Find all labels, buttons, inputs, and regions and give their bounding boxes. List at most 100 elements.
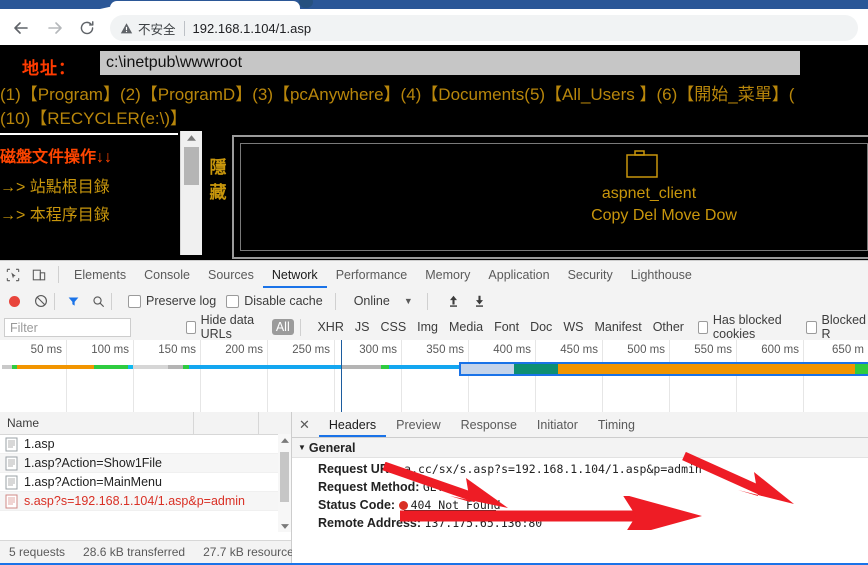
detail-tab-initiator[interactable]: Initiator	[527, 413, 588, 437]
preserve-log-checkbox[interactable]: Preserve log	[128, 294, 216, 308]
back-button[interactable]	[10, 17, 32, 39]
filter-type-doc[interactable]: Doc	[530, 320, 552, 334]
inspect-cursor-icon[interactable]	[0, 262, 26, 288]
tick-label: 150 ms	[158, 344, 196, 356]
tab-application[interactable]: Application	[479, 262, 558, 288]
request-name: 1.asp?Action=Show1File	[24, 456, 162, 470]
file-action-links[interactable]: Copy Del Move Dow	[514, 207, 814, 225]
timeline-segment	[189, 365, 341, 369]
general-section-header[interactable]: ▼ General	[292, 438, 868, 458]
tick-label: 500 ms	[627, 344, 665, 356]
filter-type-xhr[interactable]: XHR	[317, 320, 343, 334]
table-row[interactable]: s.asp?s=192.168.1.104/1.asp&p=admin	[0, 492, 291, 511]
download-arrow-icon[interactable]	[473, 294, 486, 308]
tab-sources[interactable]: Sources	[199, 262, 263, 288]
close-icon[interactable]: ✕	[299, 417, 310, 433]
checkbox-box[interactable]	[128, 295, 141, 308]
scroll-up-arrow-icon[interactable]	[181, 131, 202, 145]
page-path-input[interactable]	[100, 51, 800, 75]
request-list-scrollbar[interactable]	[278, 434, 291, 532]
filter-type-css[interactable]: CSS	[380, 320, 406, 334]
header-row-request-method: Request Method: GET	[292, 476, 868, 494]
network-filter-bar: Filter Hide data URLs All XHR JS CSS Img…	[0, 314, 868, 341]
funnel-icon[interactable]	[67, 295, 80, 308]
directory-shortcut-line-2[interactable]: (10)【RECYCLER(e:\)】	[0, 104, 187, 129]
hide-toggle-label[interactable]: 隱藏	[205, 155, 231, 205]
hide-data-urls-checkbox[interactable]: Hide data URLs	[186, 313, 264, 341]
table-row[interactable]: 1.asp	[0, 435, 291, 454]
disable-cache-checkbox[interactable]: Disable cache	[226, 294, 323, 308]
security-status[interactable]: 不安全	[120, 19, 176, 38]
search-icon[interactable]	[92, 295, 105, 308]
tick-label: 550 ms	[694, 344, 732, 356]
tab-memory[interactable]: Memory	[416, 262, 479, 288]
tick-label: 200 ms	[225, 344, 263, 356]
chevron-up-icon[interactable]	[278, 434, 291, 446]
timeline-playhead	[341, 340, 342, 412]
filter-type-all[interactable]: All	[272, 319, 294, 335]
scrollbar-thumb[interactable]	[184, 147, 199, 185]
forward-button[interactable]	[44, 17, 66, 39]
scrollbar-thumb[interactable]	[280, 452, 289, 502]
checkbox-box[interactable]	[186, 321, 196, 334]
column-next-2[interactable]	[258, 412, 291, 434]
detail-tab-timing[interactable]: Timing	[588, 413, 645, 437]
filter-type-other[interactable]: Other	[653, 320, 684, 334]
tab-console[interactable]: Console	[135, 262, 199, 288]
tab-network[interactable]: Network	[263, 262, 327, 288]
device-toolbar-icon[interactable]	[26, 262, 52, 288]
status-transferred: 28.6 kB transferred	[83, 545, 185, 559]
timeline-tick: 350 ms	[401, 340, 469, 412]
record-dot-icon[interactable]	[9, 296, 20, 307]
checkbox-box[interactable]	[226, 295, 239, 308]
column-name[interactable]: Name	[0, 412, 194, 434]
table-row[interactable]: 1.asp?Action=MainMenu	[0, 473, 291, 492]
page-vertical-scrollbar[interactable]	[180, 131, 202, 255]
has-blocked-cookies-checkbox[interactable]: Has blocked cookies	[698, 313, 796, 341]
checkbox-box[interactable]	[698, 321, 708, 334]
filter-type-img[interactable]: Img	[417, 320, 438, 334]
link-site-root-dir[interactable]: →> 站點根目錄	[0, 173, 110, 197]
chevron-down-icon[interactable]: ▼	[298, 443, 306, 452]
network-overview-timeline[interactable]: 50 ms 100 ms 150 ms 200 ms 250 ms 300 ms…	[0, 340, 868, 413]
directory-shortcut-line-1[interactable]: (1)【Program】(2)【ProgramD】(3)【pcAnywhere】…	[0, 80, 794, 105]
filter-type-js[interactable]: JS	[355, 320, 370, 334]
detail-tab-response[interactable]: Response	[451, 413, 527, 437]
timeline-segment	[341, 365, 381, 369]
tab-security[interactable]: Security	[559, 262, 622, 288]
detail-tab-preview[interactable]: Preview	[386, 413, 450, 437]
filter-type-manifest[interactable]: Manifest	[594, 320, 641, 334]
upload-arrow-icon[interactable]	[447, 294, 460, 308]
column-next[interactable]	[193, 412, 259, 434]
chevron-down-icon[interactable]: ▼	[404, 296, 413, 306]
header-value[interactable]: a.cc/sx/s.asp?s=192.168.1.104/1.asp&p=ad…	[404, 462, 702, 476]
request-name: s.asp?s=192.168.1.104/1.asp&p=admin	[24, 494, 245, 508]
devtools-tabbar-separator	[58, 266, 59, 283]
active-browser-tab[interactable]	[110, 1, 300, 9]
tab-elements[interactable]: Elements	[65, 262, 135, 288]
reload-button[interactable]	[76, 17, 98, 39]
tab-performance[interactable]: Performance	[327, 262, 417, 288]
timeline-selection-segment	[514, 364, 558, 374]
tab-lighthouse[interactable]: Lighthouse	[622, 262, 701, 288]
filter-type-media[interactable]: Media	[449, 320, 483, 334]
file-name-label[interactable]: aspnet_client	[534, 185, 764, 203]
clear-circle-slash-icon[interactable]	[34, 294, 48, 308]
filter-type-ws[interactable]: WS	[563, 320, 583, 334]
chevron-down-icon[interactable]	[278, 520, 291, 532]
throttle-select-value[interactable]: Online	[354, 294, 390, 308]
security-label: 不安全	[138, 19, 176, 38]
checkbox-box[interactable]	[806, 321, 817, 334]
filter-type-font[interactable]: Font	[494, 320, 519, 334]
link-program-dir[interactable]: →> 本程序目錄	[0, 201, 110, 225]
devtools-panel: Elements Console Sources Network Perform…	[0, 260, 868, 565]
tick-label: 300 ms	[359, 344, 397, 356]
blocked-requests-checkbox[interactable]: Blocked R	[806, 313, 868, 341]
timeline-segment	[168, 365, 183, 369]
detail-tab-headers[interactable]: Headers	[319, 413, 386, 437]
url-text[interactable]: 192.168.1.104/1.asp	[193, 21, 312, 36]
table-row[interactable]: 1.asp?Action=Show1File	[0, 454, 291, 473]
request-detail-pane: ✕ Headers Preview Response Initiator Tim…	[292, 412, 868, 565]
address-bar[interactable]: 不安全 192.168.1.104/1.asp	[110, 15, 858, 41]
filter-input[interactable]: Filter	[4, 318, 131, 337]
